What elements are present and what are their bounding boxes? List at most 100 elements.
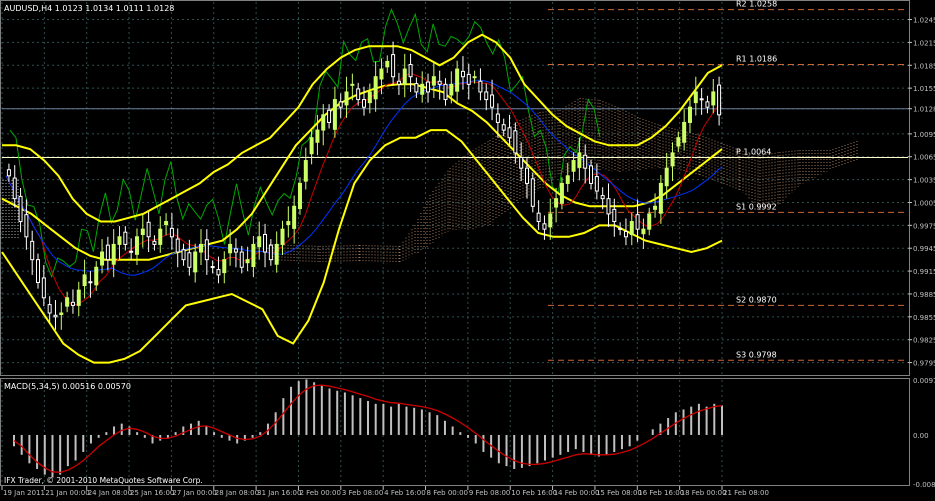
price-tick-label: 0.9795: [913, 360, 935, 368]
candle-body: [274, 243, 279, 265]
candle-body: [303, 160, 308, 182]
candle-body: [338, 101, 343, 108]
candle-body: [117, 236, 122, 245]
candle-body: [210, 266, 215, 269]
candle-body: [193, 251, 198, 273]
candle-body: [653, 205, 658, 210]
candle-body: [612, 208, 617, 223]
candle-body: [82, 274, 87, 287]
candle-body: [565, 175, 570, 184]
time-tick-label: 3 Feb 08:00: [342, 489, 383, 497]
candle-body: [100, 251, 105, 266]
price-chart-svg[interactable]: R2 1.0258 R1 1.0186 P 1.0064 S1 0.9992 S2 0.…: [0, 0, 935, 497]
bollinger-upper-line: [2, 33, 723, 223]
candle-body: [513, 130, 518, 154]
candle-body: [65, 297, 70, 307]
candle-body: [641, 228, 646, 235]
price-tick-label: 1.0155: [913, 85, 935, 93]
candle-body: [647, 213, 652, 230]
candle-body: [344, 91, 349, 106]
candle-body: [449, 83, 454, 96]
candle-body: [94, 266, 99, 286]
candle-body: [548, 213, 553, 228]
candle-body: [664, 167, 669, 187]
candle-body: [350, 83, 355, 86]
candle-body: [717, 84, 722, 116]
candle-body: [472, 76, 477, 79]
candle-body: [327, 109, 332, 123]
price-tick-label: 1.0128: [913, 106, 935, 114]
ma-green-line: [9, 7, 601, 279]
price-tick-label: 0.9825: [913, 337, 935, 345]
candle-body: [414, 83, 419, 93]
candle-body: [391, 54, 396, 78]
candle-body: [583, 154, 588, 169]
candle-body: [268, 244, 273, 261]
candle-body: [396, 80, 401, 85]
candle-body: [111, 243, 116, 265]
candle-body: [129, 250, 134, 253]
candle-body: [263, 234, 268, 253]
time-tick-label: 21 Jan 00:00: [45, 489, 89, 497]
time-tick-label: 10 Feb 16:00: [511, 489, 557, 497]
candle-body: [408, 64, 413, 78]
price-tick-label: 1.0215: [913, 39, 935, 47]
candle-body: [484, 91, 489, 101]
candle-body: [385, 60, 390, 68]
candle-body: [682, 121, 687, 143]
price-tick-label: 0.9885: [913, 291, 935, 299]
macd-panel-frame: [0, 378, 910, 486]
candle-body: [507, 127, 512, 139]
candle-body: [542, 223, 547, 230]
candle-body: [519, 157, 524, 169]
candle-body: [693, 91, 698, 104]
candle-body: [36, 259, 41, 284]
candle-body: [530, 178, 535, 207]
candle-body: [426, 81, 431, 93]
candle-body: [76, 289, 81, 306]
candle-body: [623, 230, 628, 238]
candle-body: [239, 251, 244, 268]
candle-body: [670, 152, 675, 167]
candle-body: [635, 214, 640, 230]
symbol-header: AUDUSD,H4 1.0123 1.0134 1.0111 1.0128: [4, 4, 174, 13]
trading-chart-window[interactable]: R2 1.0258 R1 1.0186 P 1.0064 S1 0.9992 S2 0.…: [0, 0, 935, 497]
candle-body: [402, 68, 407, 85]
price-tick-label: 0.9915: [913, 268, 935, 276]
pivot-label: S3 0.9798: [736, 350, 777, 359]
pivot-label: S1 0.9992: [736, 202, 777, 211]
candle-body: [460, 70, 465, 78]
candle-body: [233, 248, 238, 253]
candle-body: [501, 124, 506, 131]
macd-indicator: [13, 379, 723, 478]
candle-body: [70, 301, 75, 306]
candle-body: [123, 231, 128, 245]
price-tick-label: 0.9855: [913, 314, 935, 322]
candle-body: [53, 314, 58, 318]
candle-body: [251, 243, 256, 268]
candle-body: [105, 244, 110, 261]
time-tick-label: 9 Feb 08:00: [469, 489, 510, 497]
candle-body: [571, 160, 576, 172]
candle-body: [24, 214, 29, 238]
candle-body: [88, 281, 93, 284]
candle-body: [356, 88, 361, 101]
candle-body: [315, 129, 320, 143]
candle-body: [629, 221, 634, 236]
candle-body: [490, 94, 495, 108]
candle-body: [152, 240, 157, 245]
candle-body: [420, 83, 425, 95]
macd-tick-label: 0.00: [913, 432, 929, 440]
candle-body: [134, 236, 139, 255]
candle-body: [437, 80, 442, 85]
time-tick-label: 25 Jan 16:00: [130, 489, 174, 497]
candle-body: [431, 76, 436, 86]
candle-body: [495, 113, 500, 123]
candle-body: [12, 177, 17, 200]
time-tick-label: 28 Jan 08:00: [215, 489, 259, 497]
candle-body: [577, 152, 582, 168]
candle-body: [187, 252, 192, 268]
candle-body: [309, 137, 314, 155]
time-tick-label: 24 Jan 08:00: [88, 489, 132, 497]
candle-body: [687, 106, 692, 123]
